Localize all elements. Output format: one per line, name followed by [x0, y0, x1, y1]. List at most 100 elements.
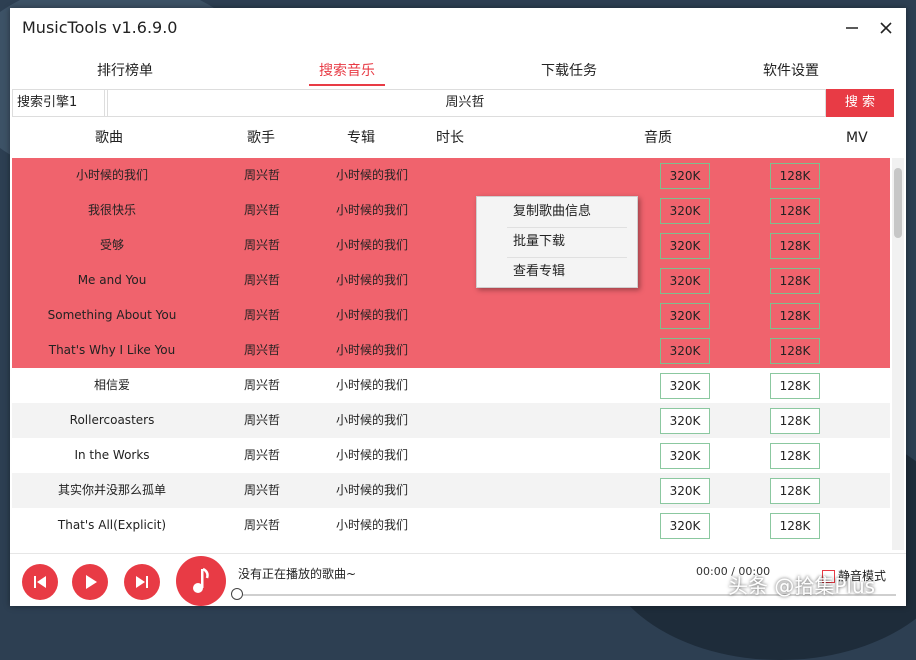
- song-title: Me and You: [77, 273, 147, 287]
- music-note-icon: [193, 567, 209, 593]
- song-singer: 周兴哲: [243, 413, 280, 427]
- quality-320k-button[interactable]: 320K: [660, 443, 710, 469]
- table-row[interactable]: 我很快乐 周兴哲 小时候的我们 320K 128K: [12, 193, 890, 228]
- song-singer: 周兴哲: [243, 518, 280, 532]
- quality-128k-button[interactable]: 128K: [770, 163, 820, 189]
- quality-320k-button[interactable]: 320K: [660, 373, 710, 399]
- quality-320k-button[interactable]: 320K: [660, 198, 710, 224]
- next-button[interactable]: [124, 564, 160, 600]
- song-title: 相信爱: [93, 378, 130, 392]
- table-row[interactable]: 小时候的我们 周兴哲 小时候的我们 320K 128K: [12, 158, 890, 193]
- song-title: That's Why I Like You: [48, 343, 176, 357]
- song-title: That's All(Explicit): [57, 518, 167, 532]
- header-album: 专辑: [347, 130, 375, 146]
- now-playing-text: 没有正在播放的歌曲~: [238, 567, 357, 581]
- song-title: 受够: [99, 238, 124, 252]
- quality-320k-button[interactable]: 320K: [660, 163, 710, 189]
- play-button[interactable]: [72, 564, 108, 600]
- quality-320k-button[interactable]: 320K: [660, 233, 710, 259]
- quality-320k-button[interactable]: 320K: [660, 478, 710, 504]
- song-list: 小时候的我们 周兴哲 小时候的我们 320K 128K 我很快乐 周兴哲 小时候的我们 320K…: [12, 158, 890, 550]
- quality-128k-button[interactable]: 128K: [770, 373, 820, 399]
- header-singer: 歌手: [247, 130, 275, 146]
- quality-320k-button[interactable]: 320K: [660, 338, 710, 364]
- album-cover[interactable]: [176, 556, 226, 606]
- menu-item-label: 复制歌曲信息: [513, 204, 592, 219]
- song-title: 其实你并没那么孤单: [57, 483, 166, 497]
- watermark: 头条 @拾集Plus: [728, 574, 876, 598]
- song-singer: 周兴哲: [243, 343, 280, 357]
- song-singer: 周兴哲: [243, 168, 280, 182]
- song-singer: 周兴哲: [243, 273, 280, 287]
- menu-item-batch-download[interactable]: 批量下载: [477, 227, 637, 257]
- header-mv: MV: [846, 130, 868, 146]
- close-icon[interactable]: [874, 16, 898, 40]
- song-album: 小时候的我们: [335, 378, 408, 392]
- quality-320k-button[interactable]: 320K: [660, 513, 710, 539]
- table-row[interactable]: Rollercoasters 周兴哲 小时候的我们 320K 128K: [12, 403, 890, 438]
- quality-128k-button[interactable]: 128K: [770, 233, 820, 259]
- table-row[interactable]: In the Works 周兴哲 小时候的我们 320K 128K: [12, 438, 890, 473]
- quality-128k-button[interactable]: 128K: [770, 303, 820, 329]
- table-row[interactable]: 相信爱 周兴哲 小时候的我们 320K 128K: [12, 368, 890, 403]
- song-singer: 周兴哲: [243, 238, 280, 252]
- search-input[interactable]: 周兴哲: [104, 89, 826, 117]
- minimize-icon[interactable]: [840, 16, 864, 40]
- song-singer: 周兴哲: [243, 378, 280, 392]
- table-row[interactable]: Something About You 周兴哲 小时候的我们 320K 128K: [12, 298, 890, 333]
- song-album: 小时候的我们: [335, 483, 408, 497]
- search-bar: 搜索引擎1 周兴哲 搜 索: [12, 89, 904, 117]
- song-album: 小时候的我们: [335, 168, 408, 182]
- song-album: 小时候的我们: [335, 203, 408, 217]
- table-row[interactable]: That's Why I Like You 周兴哲 小时候的我们 320K 128K: [12, 333, 890, 368]
- song-album: 小时候的我们: [335, 413, 408, 427]
- song-title: 小时候的我们: [75, 168, 148, 182]
- song-title: Rollercoasters: [69, 413, 155, 427]
- table-row[interactable]: Me and You 周兴哲 小时候的我们 320K 128K: [12, 263, 890, 298]
- song-singer: 周兴哲: [243, 308, 280, 322]
- menu-item-view-album[interactable]: 查看专辑: [477, 257, 637, 287]
- song-title: In the Works: [74, 448, 150, 462]
- table-row[interactable]: 其实你并没那么孤单 周兴哲 小时候的我们 320K 128K: [12, 473, 890, 508]
- menu-item-copy-song-info[interactable]: 复制歌曲信息: [477, 197, 637, 227]
- list-header: 歌曲 歌手 专辑 时长 音质 MV: [10, 125, 906, 151]
- quality-320k-button[interactable]: 320K: [660, 303, 710, 329]
- quality-320k-button[interactable]: 320K: [660, 268, 710, 294]
- quality-320k-button[interactable]: 320K: [660, 408, 710, 434]
- menu-item-label: 批量下载: [513, 234, 566, 249]
- tab-search-music[interactable]: 搜索音乐: [247, 58, 447, 86]
- prev-icon: [34, 576, 46, 588]
- song-title: 我很快乐: [87, 203, 136, 217]
- header-quality: 音质: [644, 130, 672, 146]
- scrollbar-thumb[interactable]: [894, 168, 902, 238]
- search-engine-select[interactable]: 搜索引擎1: [12, 89, 108, 117]
- quality-128k-button[interactable]: 128K: [770, 408, 820, 434]
- song-album: 小时候的我们: [335, 273, 408, 287]
- tab-settings[interactable]: 软件设置: [691, 58, 891, 86]
- search-button[interactable]: 搜 索: [826, 89, 894, 117]
- song-singer: 周兴哲: [243, 448, 280, 462]
- main-tabs: 排行榜单 搜索音乐 下载任务 软件设置: [10, 58, 906, 88]
- next-icon: [136, 576, 148, 588]
- quality-128k-button[interactable]: 128K: [770, 198, 820, 224]
- progress-knob[interactable]: [231, 588, 243, 600]
- quality-128k-button[interactable]: 128K: [770, 443, 820, 469]
- song-album: 小时候的我们: [335, 238, 408, 252]
- song-album: 小时候的我们: [335, 448, 408, 462]
- list-scrollbar[interactable]: [892, 158, 904, 550]
- quality-128k-button[interactable]: 128K: [770, 513, 820, 539]
- quality-128k-button[interactable]: 128K: [770, 478, 820, 504]
- table-row[interactable]: That's All(Explicit) 周兴哲 小时候的我们 320K 128K: [12, 508, 890, 543]
- header-duration: 时长: [436, 130, 464, 146]
- table-row[interactable]: 受够 周兴哲 小时候的我们 320K 128K: [12, 228, 890, 263]
- title-bar: MusicTools v1.6.9.0: [10, 8, 906, 50]
- song-album: 小时候的我们: [335, 308, 408, 322]
- play-icon: [86, 575, 97, 589]
- quality-128k-button[interactable]: 128K: [770, 268, 820, 294]
- app-window: MusicTools v1.6.9.0 排行榜单 搜索音乐 下载任务 软件设置 …: [10, 8, 906, 606]
- quality-128k-button[interactable]: 128K: [770, 338, 820, 364]
- tab-download-tasks[interactable]: 下载任务: [469, 58, 669, 86]
- song-title: Something About You: [47, 308, 177, 322]
- tab-charts[interactable]: 排行榜单: [25, 58, 225, 86]
- prev-button[interactable]: [22, 564, 58, 600]
